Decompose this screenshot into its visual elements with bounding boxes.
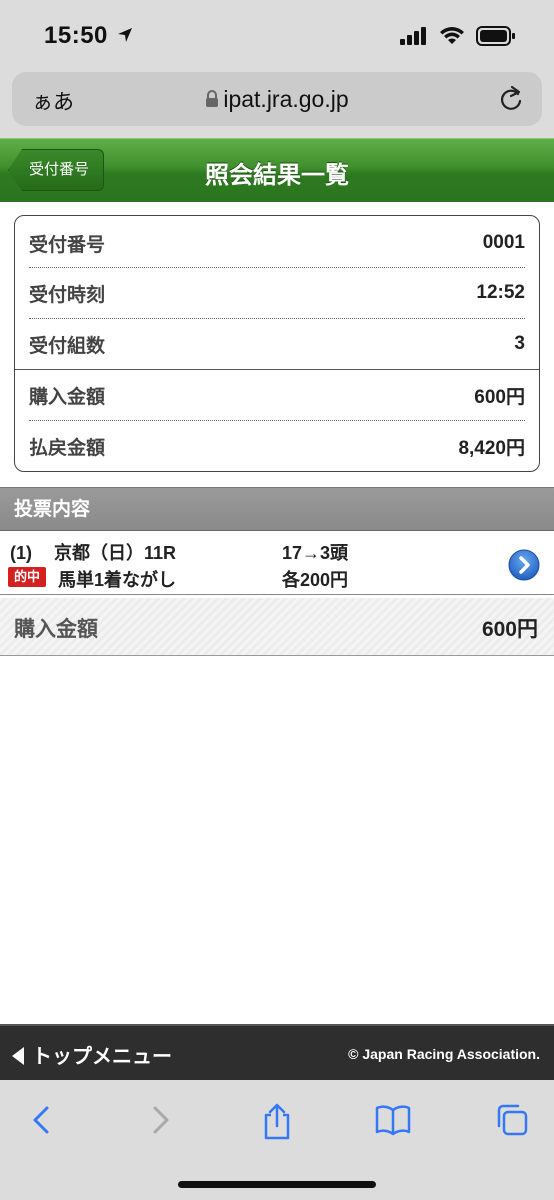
bet-race-line: (1) 京都（日）11R	[10, 539, 176, 565]
location-arrow-icon	[116, 26, 134, 49]
bet-race: 京都（日）11R	[54, 543, 177, 563]
hit-badge: 的中	[8, 567, 46, 587]
total-label: 購入金額	[14, 618, 98, 641]
receipt-row: 受付時刻 12:52	[29, 268, 525, 318]
receipt-row: 払戻金額 8,420円	[29, 421, 525, 471]
receipt-value: 3	[514, 333, 525, 354]
receipt-row: 受付組数 3	[29, 319, 525, 369]
receipt-row: 購入金額 600円	[29, 370, 525, 420]
chevron-right-icon[interactable]	[508, 549, 540, 581]
receipt-label: 受付組数	[29, 335, 106, 357]
lock-icon	[205, 87, 219, 114]
url-text: ipat.jra.go.jp	[223, 86, 349, 112]
total-purchase-row: 購入金額 600円	[0, 598, 554, 656]
status-time: 15:50	[44, 22, 108, 49]
receipt-label: 払戻金額	[29, 437, 106, 459]
share-icon[interactable]	[260, 1102, 294, 1145]
signal-icon	[400, 27, 428, 50]
status-bar: 15:50	[0, 0, 554, 64]
page-title: 照会結果一覧	[205, 162, 349, 189]
tabs-icon[interactable]	[494, 1102, 530, 1143]
footer-bar: トップメニュー © Japan Racing Association.	[0, 1024, 554, 1080]
section-header: 投票内容	[0, 487, 554, 531]
receipt-label: 受付番号	[29, 234, 106, 256]
home-indicator	[178, 1181, 376, 1188]
receipt-label: 購入金額	[29, 386, 106, 408]
status-icons	[400, 26, 516, 51]
reload-icon[interactable]	[498, 84, 524, 117]
forward-icon[interactable]	[146, 1102, 174, 1143]
receipt-label: 受付時刻	[29, 284, 106, 306]
copyright-text: © Japan Racing Association.	[348, 1046, 540, 1062]
url-field[interactable]: ipat.jra.go.jp	[12, 86, 542, 114]
top-menu-link[interactable]: トップメニュー	[12, 1040, 172, 1069]
bet-combination: 17→3頭	[282, 543, 349, 563]
wifi-icon	[440, 27, 464, 50]
bet-type: 馬単1着ながし	[58, 570, 177, 590]
receipt-value: 8,420円	[458, 437, 525, 459]
page-header: 受付番号 照会結果一覧	[0, 138, 554, 202]
total-value: 600円	[481, 618, 538, 641]
receipt-summary-card: 受付番号 0001 受付時刻 12:52 受付組数 3 購入金額 600円 払戻…	[14, 215, 540, 472]
browser-address-area: ぁあ ipat.jra.go.jp	[0, 64, 554, 138]
receipt-value: 600円	[474, 386, 525, 408]
address-bar[interactable]: ぁあ ipat.jra.go.jp	[12, 72, 542, 126]
receipt-value: 12:52	[476, 282, 525, 303]
bookmarks-icon[interactable]	[374, 1102, 412, 1143]
top-menu-label: トップメニュー	[32, 1046, 172, 1068]
receipt-value: 0001	[482, 232, 525, 253]
receipt-row: 受付番号 0001	[29, 218, 525, 268]
bet-amount: 各200円	[282, 570, 349, 590]
back-icon[interactable]	[28, 1102, 56, 1143]
bet-number: (1)	[10, 543, 32, 563]
triangle-left-icon	[12, 1047, 24, 1065]
battery-icon	[476, 26, 516, 51]
